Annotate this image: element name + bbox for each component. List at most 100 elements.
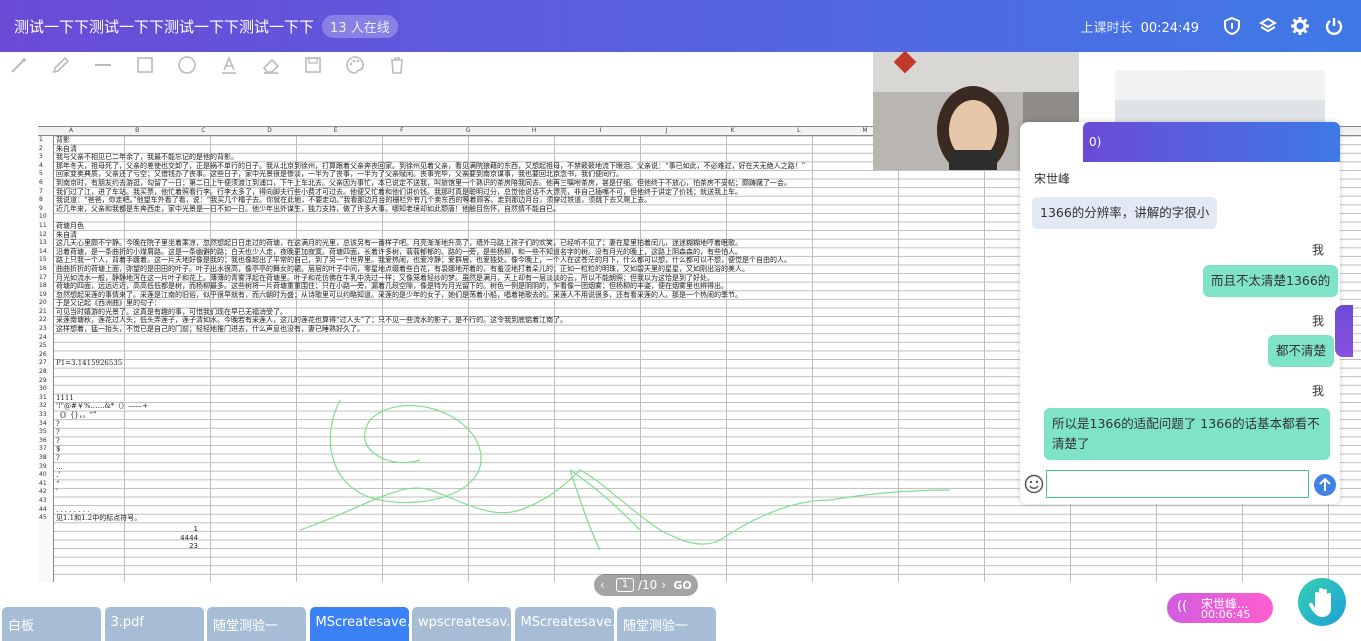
power-icon[interactable] (1324, 16, 1344, 36)
magic-wand-icon[interactable] (9, 55, 29, 75)
circle-icon[interactable] (177, 55, 197, 75)
row-number: 10 (39, 213, 47, 221)
page-navigator: ‹ 1 /10 › GO (594, 574, 698, 596)
speaking-indicator[interactable]: (( 宋世峰... 00:06:45 (1167, 593, 1273, 623)
row-number: 22 (39, 316, 47, 324)
sound-wave-icon: (( (1177, 599, 1188, 614)
layers-icon[interactable] (1258, 16, 1278, 36)
speaker-time: 00:06:45 (1201, 608, 1251, 621)
row-number: 33 (39, 411, 47, 418)
row-number: 26 (39, 350, 47, 358)
row-number: 20 (39, 299, 47, 307)
class-title: 测试一下下测试一下下测试一下下测试一下下 (14, 17, 315, 36)
row-number: 4 (39, 161, 43, 169)
raise-hand-button[interactable] (1298, 578, 1346, 626)
row-number: 19 (39, 290, 47, 298)
text-icon[interactable] (219, 55, 239, 75)
column-header: A (69, 127, 74, 134)
chat-tab-header[interactable]: 0) (1083, 122, 1340, 162)
palette-icon[interactable] (345, 55, 365, 75)
prev-page-icon[interactable]: ‹ (600, 578, 612, 592)
row-number: 44 (39, 505, 47, 513)
document-tabs: 白板3.pdf随堂测验一MScreatesave...wpscreatesav.… (0, 603, 1361, 641)
save-icon[interactable] (303, 55, 323, 75)
eraser-icon[interactable] (261, 55, 281, 75)
gear-icon[interactable] (1290, 16, 1310, 36)
row-number: 18 (39, 282, 47, 290)
doc-tab[interactable]: MScreatesave... (514, 607, 614, 641)
document-line: . . . . . . . . (56, 505, 90, 514)
numeric-cells: 1 4444 23 (178, 525, 198, 551)
trash-icon[interactable] (387, 55, 407, 75)
numeric-cell: 23 (189, 542, 198, 551)
duration-value: 00:24:49 (1140, 20, 1199, 36)
doc-tab[interactable]: MScreatesave... (309, 607, 409, 641)
message-bubble: 所以是1366的适配问题了 1366的话基本都看不清楚了 (1044, 408, 1330, 460)
chat-panel: 0) 宋世峰 1366的分辨率，讲解的字很小 我 而且不太清楚1366的 我 都… (1020, 122, 1340, 504)
chat-side-toggle[interactable] (1335, 305, 1353, 357)
row-number: 40 (39, 471, 47, 479)
message-bubble: 而且不太清楚1366的 (1203, 265, 1339, 297)
row-number: 16 (39, 264, 47, 272)
column-header: G (465, 127, 471, 134)
row-number: 1 (39, 136, 43, 143)
doc-tab[interactable]: 随堂测验一 (207, 607, 306, 641)
pencil-icon[interactable] (51, 55, 71, 75)
doc-tab[interactable]: 3.pdf (104, 607, 204, 641)
row-number: 17 (39, 273, 47, 281)
drawing-toolbar (0, 52, 440, 78)
row-number: 12 (39, 230, 47, 238)
row-number: 5 (39, 170, 43, 178)
online-count-badge[interactable]: 13 人在线 (322, 14, 398, 38)
row-number: 43 (39, 496, 47, 504)
row-number: 35 (39, 428, 47, 436)
message-bubble: 1366的分辨率，讲解的字很小 (1032, 197, 1218, 229)
column-header: L (797, 127, 801, 134)
row-number: 14 (39, 247, 47, 255)
row-number: 3 (39, 153, 43, 161)
row-number: 37 (39, 445, 47, 453)
row-number: 7 (39, 187, 43, 195)
row-number: 8 (39, 196, 43, 204)
page-total: /10 (638, 578, 658, 592)
row-number: 6 (39, 178, 43, 186)
message-bubble: 都不清楚 (1268, 335, 1335, 367)
numeric-cell: 4444 (180, 533, 198, 542)
column-header: C (201, 127, 206, 134)
next-page-icon[interactable]: › (661, 578, 671, 592)
rectangle-icon[interactable] (135, 55, 155, 75)
doc-tab[interactable]: 随堂测验一 (617, 607, 716, 641)
duration-label: 上课时长 (1080, 20, 1133, 36)
row-number: 25 (39, 342, 47, 350)
message-sender: 我 (1312, 384, 1325, 398)
row-number: 28 (39, 368, 47, 376)
row-number: 2 (39, 144, 43, 152)
row-number: 39 (39, 462, 47, 470)
column-header: J (665, 127, 668, 134)
top-bar: 测试一下下测试一下下测试一下下测试一下下 13 人在线 上课时长 00:24:4… (0, 0, 1361, 52)
column-header: B (135, 127, 140, 134)
column-header: F (400, 127, 404, 134)
row-number: 42 (39, 488, 47, 496)
line-icon[interactable] (93, 55, 113, 75)
row-number: 24 (39, 333, 47, 341)
column-header: K (730, 127, 735, 134)
class-duration: 上课时长 00:24:49 (1080, 17, 1199, 36)
doc-tab[interactable]: 白板 (2, 607, 101, 641)
column-header: E (333, 127, 338, 134)
row-number: 38 (39, 453, 47, 461)
shield-icon[interactable] (1222, 16, 1242, 36)
doc-tab[interactable]: wpscreatesav... (412, 607, 511, 641)
go-button[interactable]: GO (673, 579, 691, 592)
send-arrow-icon[interactable] (1314, 474, 1336, 496)
page-number-input[interactable]: 1 (616, 578, 634, 592)
row-number: 27 (39, 359, 47, 367)
row-number: 21 (39, 307, 47, 315)
emoji-icon[interactable] (1024, 474, 1044, 494)
message-sender: 我 (1312, 243, 1325, 257)
row-numbers: 1 2 3 4 5 6 7 8 9 10 11 12 13 14 15 16 17 18 19 20 21 22 23 24 2… (38, 136, 54, 582)
row-number: 41 (39, 479, 47, 487)
row-number: 34 (39, 419, 47, 427)
chat-input[interactable] (1046, 470, 1309, 498)
row-number: 11 (39, 221, 47, 229)
